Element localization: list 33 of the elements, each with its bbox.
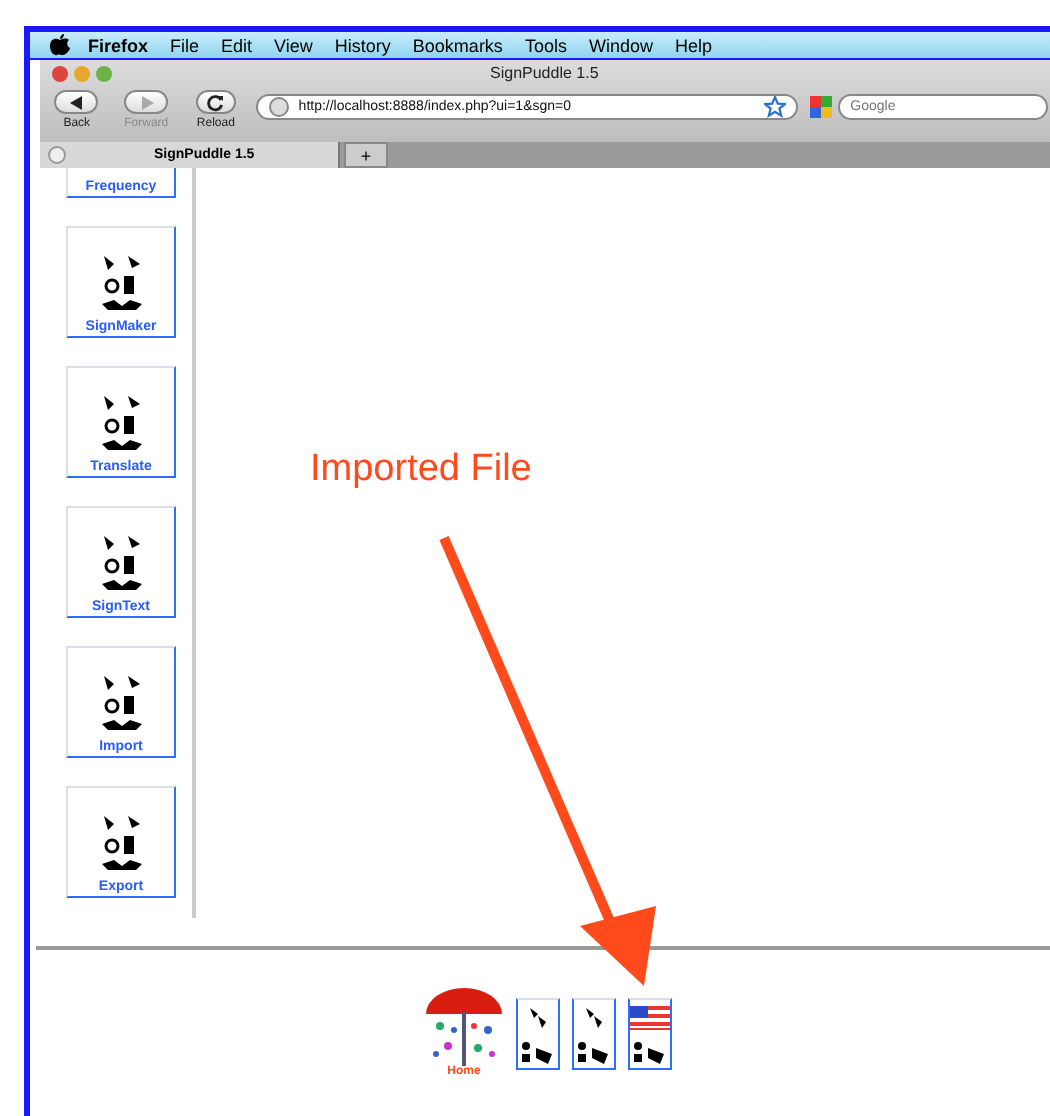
close-button[interactable] [52,65,68,81]
flag-icon [630,1005,670,1029]
sign-tile[interactable] [628,998,672,1070]
reload-icon [206,93,225,111]
sign-symbol-icon [584,1005,604,1029]
menu-item[interactable]: Window [588,35,653,55]
sign-tile[interactable] [572,998,616,1070]
apple-icon[interactable] [50,34,70,56]
sign-symbol-icon [632,1039,668,1063]
menu-item[interactable]: Tools [524,35,567,55]
menu-item[interactable]: Edit [221,35,253,55]
menu-item[interactable]: File [170,35,200,55]
menu-item[interactable]: Bookmarks [412,35,503,55]
star-icon[interactable] [764,96,787,118]
search-engine-icon[interactable] [810,96,833,118]
menu-item[interactable]: View [274,35,313,55]
menu-item[interactable]: Help [674,35,712,55]
sign-symbol-icon [576,1039,612,1063]
back-icon [69,95,84,109]
menu-item[interactable]: Firefox [88,35,149,55]
window-title: SignPuddle 1.5 [490,64,599,82]
new-tab-button[interactable]: + [344,142,388,168]
site-icon [268,96,291,118]
forward-icon [139,95,154,109]
sign-symbol-icon [520,1039,556,1063]
umbrella-icon [424,986,504,1066]
reload-button[interactable] [195,90,236,114]
menu-item[interactable]: History [334,35,391,55]
favicon-icon [48,146,66,164]
sign-symbol-icon [528,1005,548,1029]
back-button[interactable] [54,90,99,114]
sign-tile[interactable] [516,998,560,1070]
annotation-text: Imported File [310,448,532,492]
